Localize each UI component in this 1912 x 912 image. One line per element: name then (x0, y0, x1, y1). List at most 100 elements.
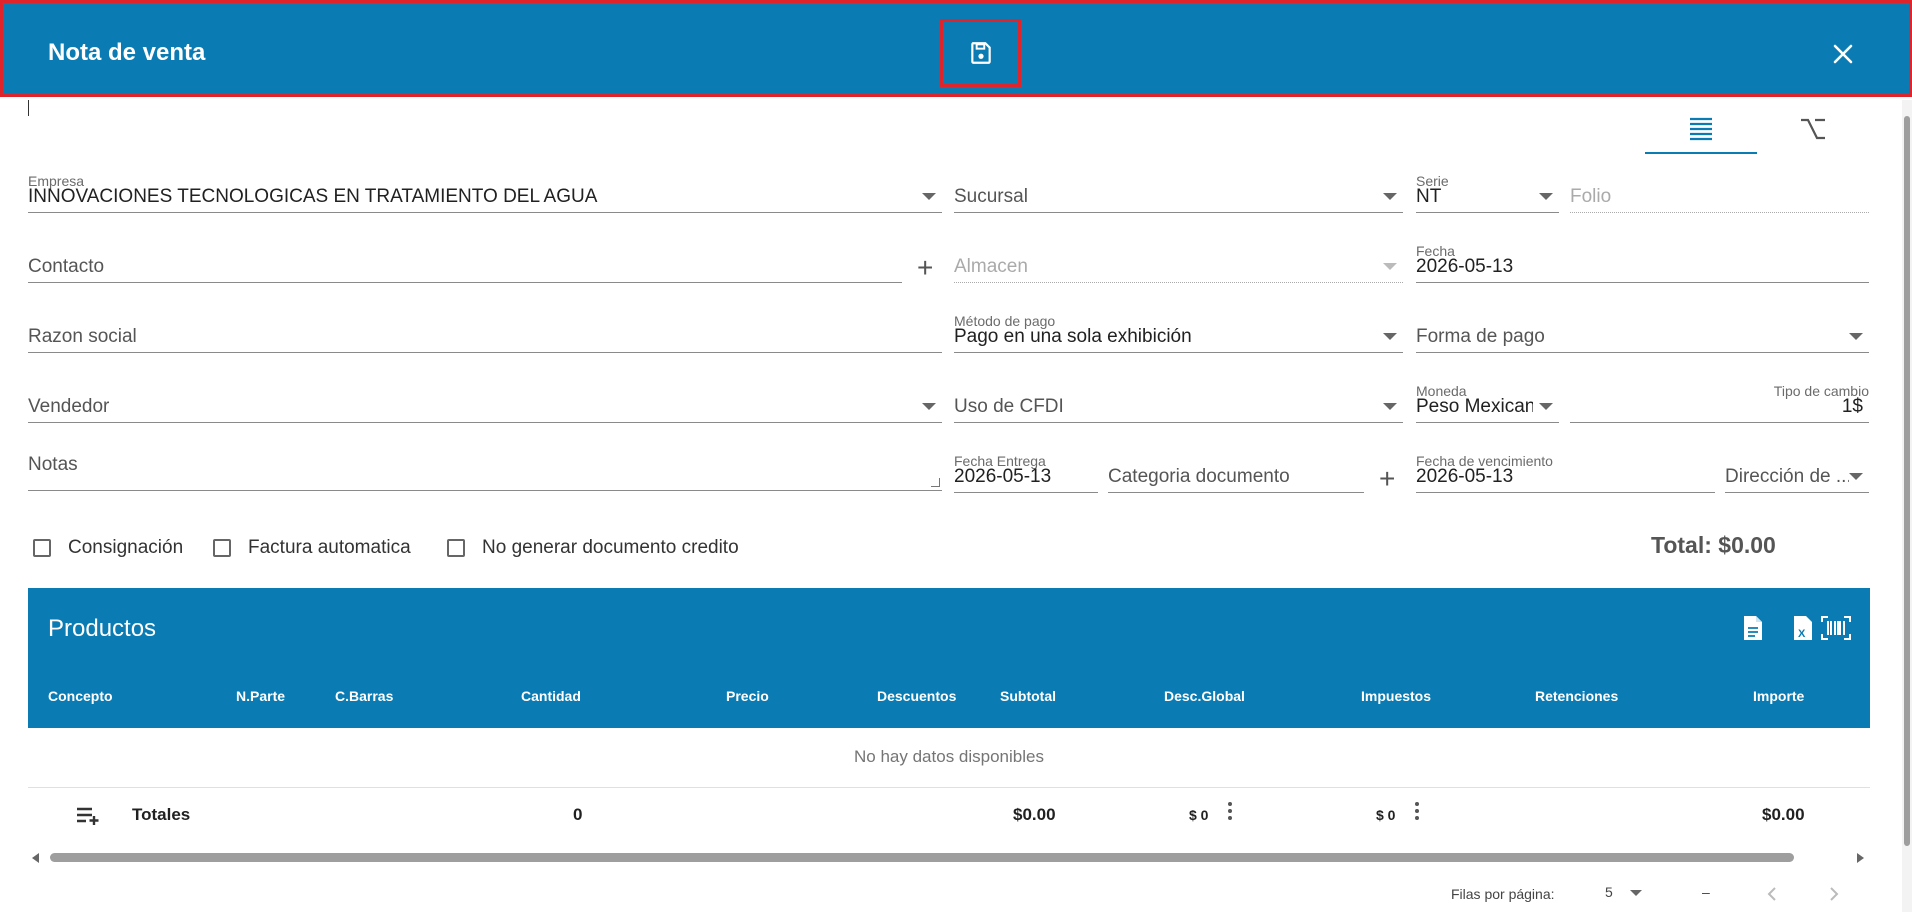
vendedor-select[interactable]: Vendedor (28, 383, 942, 423)
no-generar-credito-checkbox[interactable]: No generar documento credito (447, 537, 739, 559)
tipo-cambio-field[interactable]: Tipo de cambio 1$ (1570, 383, 1869, 423)
consignacion-label: Consignación (68, 537, 184, 558)
checkbox-box[interactable] (447, 539, 465, 557)
previous-page-icon[interactable] (1766, 886, 1778, 902)
dialog-title: Nota de venta (48, 39, 206, 66)
metodo-pago-select[interactable]: Método de pago Pago en una sola exhibici… (954, 313, 1403, 353)
tab-formula-view[interactable] (1757, 104, 1869, 154)
categoria-placeholder: Categoria documento (1108, 466, 1290, 487)
vertical-scrollbar[interactable] (1902, 100, 1912, 912)
folio-field: Folio (1570, 173, 1869, 213)
rows-per-page-value: 5 (1605, 884, 1613, 900)
categoria-documento-field[interactable]: Categoria documento (1108, 453, 1364, 493)
direccion-placeholder: Dirección de ... (1725, 466, 1849, 487)
totals-subtotal: $0.00 (1013, 805, 1056, 824)
scrollbar-thumb[interactable] (50, 853, 1794, 862)
totals-impuestos: $ 0 (1376, 807, 1396, 823)
empresa-select[interactable]: Empresa INNOVACIONES TECNOLOGICAS EN TRA… (28, 173, 942, 213)
uso-cfdi-placeholder: Uso de CFDI (954, 396, 1064, 417)
factura-automatica-label: Factura automatica (248, 537, 411, 558)
add-categoria-icon[interactable]: + (1379, 465, 1395, 493)
almacen-placeholder: Almacen (954, 256, 1028, 277)
save-icon (970, 42, 991, 64)
playlist-add-icon[interactable] (76, 806, 102, 826)
list-view-icon (1690, 117, 1712, 141)
fecha-entrega-field[interactable]: Fecha Entrega 2026-05-13 (954, 453, 1098, 493)
fecha-vencimiento-value: 2026-05-13 (1416, 466, 1514, 487)
totals-desc-global: $ 0 (1189, 807, 1209, 823)
no-generar-credito-label: No generar documento credito (482, 537, 739, 558)
resize-handle-icon[interactable] (931, 478, 940, 487)
col-nparte: N.Parte (236, 688, 286, 704)
text-cursor (28, 100, 29, 116)
col-subtotal: Subtotal (1000, 688, 1056, 704)
horizontal-scrollbar[interactable] (28, 850, 1870, 864)
dialog-header: Nota de venta (0, 0, 1912, 97)
metodo-pago-value: Pago en una sola exhibición (954, 326, 1192, 347)
desc-global-menu-icon[interactable] (1228, 802, 1232, 824)
products-title: Productos (48, 615, 157, 642)
serie-select[interactable]: Serie NT (1416, 173, 1559, 213)
tab-list-view[interactable] (1645, 104, 1757, 154)
checkbox-box[interactable] (213, 539, 231, 557)
totals-cantidad: 0 (573, 805, 583, 824)
chevron-down-icon (922, 403, 936, 410)
col-desc-global: Desc.Global (1164, 688, 1245, 704)
rows-per-page-select[interactable]: 5 (1605, 884, 1659, 906)
almacen-select: Almacen (954, 243, 1403, 283)
document-icon[interactable] (1742, 615, 1764, 646)
page-range: – (1702, 884, 1710, 900)
fecha-entrega-value: 2026-05-13 (954, 466, 1052, 487)
svg-text:X: X (1798, 628, 1806, 640)
scroll-right-icon[interactable] (1857, 853, 1864, 863)
add-contacto-icon[interactable]: + (917, 254, 933, 282)
col-retenciones: Retenciones (1535, 688, 1619, 704)
excel-icon[interactable]: X (1792, 615, 1814, 646)
col-concepto: Concepto (48, 688, 113, 704)
col-precio: Precio (726, 688, 769, 704)
scroll-left-icon[interactable] (32, 853, 39, 863)
next-page-icon[interactable] (1828, 886, 1840, 902)
totals-row: Totales 0 $0.00 $ 0 $ 0 $0.00 (28, 788, 1870, 840)
uso-cfdi-select[interactable]: Uso de CFDI (954, 383, 1403, 423)
forma-pago-select[interactable]: Forma de pago (1416, 313, 1869, 353)
rows-per-page-label: Filas por página: (1451, 886, 1555, 902)
factura-automatica-checkbox[interactable]: Factura automatica (213, 537, 411, 559)
checkbox-box[interactable] (33, 539, 51, 557)
consignacion-checkbox[interactable]: Consignación (33, 537, 183, 559)
close-button[interactable] (1823, 34, 1863, 74)
col-descuentos: Descuentos (877, 688, 957, 704)
products-header: Productos X Concepto N.Parte C.Barras Ca… (28, 588, 1870, 728)
razon-social-field[interactable]: Razon social (28, 313, 942, 353)
col-impuestos: Impuestos (1361, 688, 1432, 704)
notas-placeholder: Notas (28, 454, 78, 475)
impuestos-menu-icon[interactable] (1415, 802, 1419, 824)
fecha-value: 2026-05-13 (1416, 256, 1514, 277)
fecha-field[interactable]: Fecha 2026-05-13 (1416, 243, 1869, 283)
folio-placeholder: Folio (1570, 186, 1612, 207)
moneda-value: Peso Mexicano (1416, 396, 1533, 417)
fecha-vencimiento-field[interactable]: Fecha de vencimiento 2026-05-13 (1416, 453, 1715, 493)
empty-state-text: No hay datos disponibles (28, 728, 1870, 788)
notas-textarea[interactable]: Notas (28, 441, 942, 491)
chevron-down-icon (1630, 890, 1642, 896)
close-icon (1833, 44, 1853, 64)
total-amount: Total: $0.00 (1651, 532, 1776, 558)
chevron-down-icon (1383, 263, 1397, 270)
barcode-scan-icon[interactable] (1820, 615, 1852, 646)
empresa-value: INNOVACIONES TECNOLOGICAS EN TRATAMIENTO… (28, 186, 598, 207)
chevron-down-icon (922, 193, 936, 200)
serie-value: NT (1416, 186, 1442, 207)
formula-view-icon (1801, 118, 1825, 140)
chevron-down-icon (1849, 333, 1863, 340)
contacto-field[interactable]: Contacto (28, 243, 902, 283)
col-cbarras: C.Barras (335, 688, 394, 704)
pagination: Filas por página: 5 – (28, 878, 1870, 912)
moneda-select[interactable]: Moneda Peso Mexicano (1416, 383, 1559, 423)
sucursal-select[interactable]: Sucursal (954, 173, 1403, 213)
save-button[interactable] (940, 19, 1021, 87)
chevron-down-icon (1539, 193, 1553, 200)
vendedor-placeholder: Vendedor (28, 396, 110, 417)
sucursal-placeholder: Sucursal (954, 186, 1028, 207)
direccion-select[interactable]: Dirección de ... (1725, 453, 1869, 493)
